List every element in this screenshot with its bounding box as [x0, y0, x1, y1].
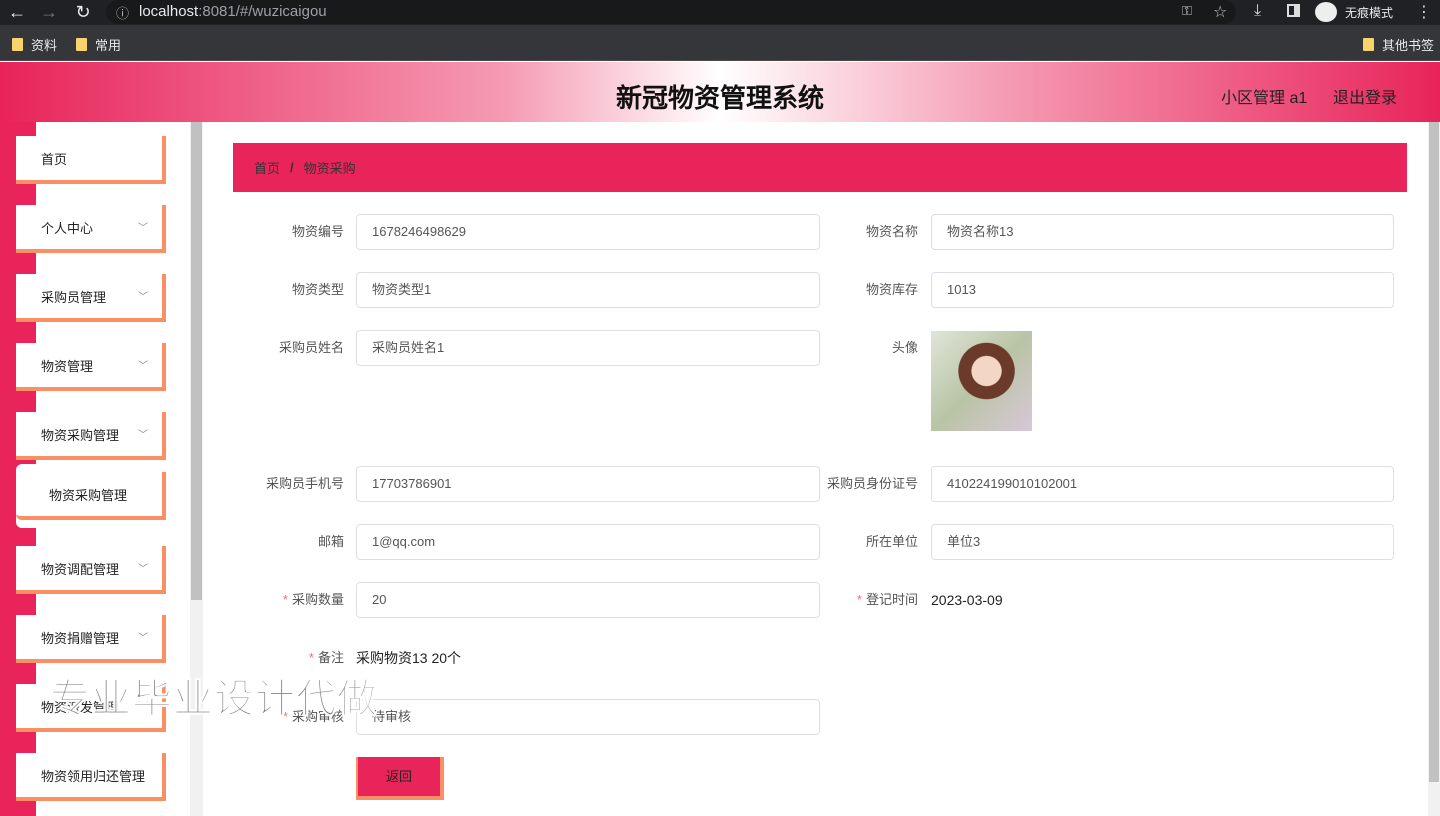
- avatar-label: 头像: [891, 340, 918, 355]
- sidebar-item-allocation[interactable]: 物资调配管理 ﹀: [16, 546, 166, 594]
- required-mark: *: [856, 592, 862, 607]
- key-icon[interactable]: ⚿: [1182, 3, 1192, 19]
- page-scrollbar-thumb[interactable]: [1429, 122, 1439, 782]
- stock-label: 物资库存: [865, 282, 918, 297]
- sidebar-item-label: 采购员管理: [41, 289, 107, 305]
- code-field[interactable]: 1678246498629: [356, 214, 820, 250]
- sidebar-item-label: 物资采购管理: [49, 487, 128, 503]
- url-host: localhost: [139, 3, 199, 20]
- idcard-field[interactable]: 410224199010102001: [931, 466, 1394, 502]
- forward-arrow-icon[interactable]: →: [38, 2, 60, 23]
- buyer-field[interactable]: 采购员姓名1: [356, 330, 820, 366]
- review-field[interactable]: 待审核: [356, 699, 820, 735]
- sidebar-item-purchase[interactable]: 物资采购管理 ﹀: [16, 412, 166, 460]
- menu-icon[interactable]: ⋮: [1416, 2, 1432, 22]
- url-text[interactable]: localhost:8081/#/wuzicaigou: [139, 3, 327, 20]
- sidebar-item-label: 首页: [41, 151, 68, 167]
- chevron-down-icon: ﹀: [138, 564, 148, 575]
- required-mark: *: [308, 650, 314, 665]
- note-label-text: 备注: [317, 650, 344, 665]
- url-path: :8081/#/wuzicaigou: [198, 3, 327, 20]
- phone-label: 采购员手机号: [265, 476, 344, 491]
- code-label: 物资编号: [291, 224, 344, 239]
- sidebar-item-label: 物资捐赠管理: [41, 630, 120, 646]
- breadcrumb-home[interactable]: 首页: [254, 158, 280, 177]
- bookmark-folder[interactable]: 资料: [12, 35, 57, 54]
- info-icon[interactable]: ⓘ: [116, 3, 129, 22]
- type-label: 物资类型: [291, 282, 344, 297]
- bookmark-label: 其他书签: [1382, 38, 1435, 53]
- date-label: * 登记时间: [798, 582, 918, 618]
- bookmark-label: 资料: [31, 38, 58, 53]
- sidebar-item-materials[interactable]: 物资管理 ﹀: [16, 343, 166, 391]
- sidebar-item-label: 物资采购管理: [41, 427, 120, 443]
- star-icon[interactable]: ☆: [1213, 2, 1227, 22]
- email-field[interactable]: 1@qq.com: [356, 524, 820, 560]
- required-mark: *: [282, 592, 288, 607]
- sidebar-item-label: 物资调配管理: [41, 561, 120, 577]
- sidebar-item-label: 个人中心: [41, 220, 94, 236]
- logout-link[interactable]: 退出登录: [1333, 84, 1397, 108]
- watermark: 专业毕业设计代做: [50, 677, 378, 722]
- bookmark-folder[interactable]: 常用: [76, 35, 121, 54]
- qty-field[interactable]: 20: [356, 582, 820, 618]
- side-panel-icon[interactable]: [1287, 4, 1300, 17]
- current-user: 小区管理 a1: [1221, 90, 1308, 107]
- stock-field[interactable]: 1013: [931, 272, 1394, 308]
- sidebar-item-label: 物资管理: [41, 358, 94, 374]
- sidebar-item-home[interactable]: 首页: [16, 136, 166, 184]
- reload-icon[interactable]: ↻: [72, 2, 94, 23]
- buyer-label: 采购员姓名: [278, 340, 344, 355]
- bookmarks-bar: [0, 25, 1440, 61]
- breadcrumb: 首页 / 物资采购: [233, 143, 1407, 192]
- unit-label: 所在单位: [865, 534, 918, 549]
- chevron-down-icon: ﹀: [138, 361, 148, 372]
- qty-label-text: 采购数量: [291, 592, 344, 607]
- date-value: 2023-03-09: [931, 592, 1003, 608]
- folder-icon: [12, 38, 23, 51]
- download-icon[interactable]: ⤓: [1254, 2, 1261, 20]
- chevron-down-icon: ﹀: [138, 430, 148, 441]
- sidebar-subitem-purchase[interactable]: 物资采购管理: [16, 472, 166, 520]
- name-label: 物资名称: [865, 224, 918, 239]
- back-button[interactable]: 返回: [356, 757, 444, 800]
- type-field[interactable]: 物资类型1: [356, 272, 820, 308]
- chevron-down-icon: ﹀: [138, 223, 148, 234]
- avatar-image: [931, 331, 1032, 431]
- folder-icon: [1363, 38, 1374, 51]
- sidebar-item-buyers[interactable]: 采购员管理 ﹀: [16, 274, 166, 322]
- chevron-down-icon: ﹀: [138, 292, 148, 303]
- name-field[interactable]: 物资名称13: [931, 214, 1394, 250]
- folder-icon: [76, 38, 87, 51]
- bookmark-label: 常用: [95, 38, 122, 53]
- breadcrumb-current: 物资采购: [303, 161, 356, 176]
- breadcrumb-separator: /: [290, 160, 294, 175]
- incognito-icon: [1315, 2, 1337, 22]
- idcard-label: 采购员身份证号: [826, 476, 918, 491]
- sidebar-item-label: 物资领用归还管理: [41, 768, 146, 784]
- email-label: 邮箱: [317, 534, 344, 549]
- incognito-label[interactable]: 无痕模式: [1345, 4, 1393, 21]
- sidebar-item-donation[interactable]: 物资捐赠管理 ﹀: [16, 615, 166, 663]
- date-label-text: 登记时间: [865, 592, 918, 607]
- unit-field[interactable]: 单位3: [931, 524, 1394, 560]
- phone-field[interactable]: 17703786901: [356, 466, 820, 502]
- back-arrow-icon[interactable]: ←: [6, 2, 28, 23]
- sidebar-scrollbar-thumb[interactable]: [191, 122, 202, 600]
- other-bookmarks[interactable]: 其他书签: [1363, 35, 1434, 54]
- chevron-down-icon: ﹀: [138, 633, 148, 644]
- qty-label: * 采购数量: [224, 582, 344, 618]
- sidebar-item-profile[interactable]: 个人中心 ﹀: [16, 205, 166, 253]
- sidebar-item-borrow-return[interactable]: 物资领用归还管理: [16, 753, 166, 801]
